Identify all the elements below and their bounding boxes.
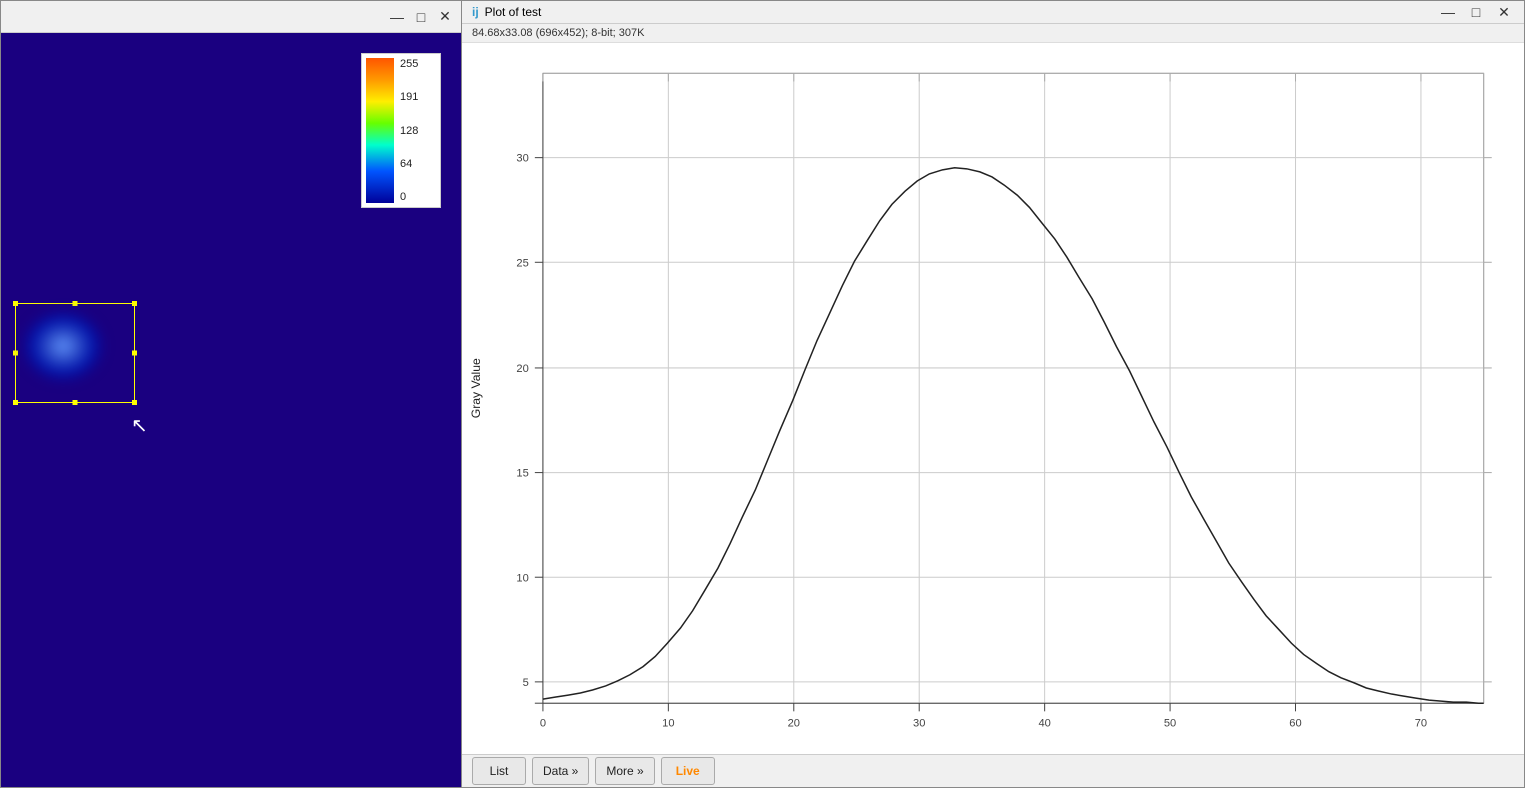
more-button[interactable]: More » — [595, 757, 654, 785]
plot-title: Plot of test — [485, 5, 1434, 19]
handle-midleft[interactable] — [13, 351, 18, 356]
legend-val-64: 64 — [400, 158, 418, 170]
plot-info-bar: 84.68x33.08 (696x452); 8-bit; 307K — [462, 24, 1524, 43]
handle-topleft[interactable] — [13, 301, 18, 306]
plot-area: 0 10 20 30 40 50 60 70 5 10 15 20 25 30 … — [462, 43, 1524, 754]
color-legend: 255 191 128 64 0 — [361, 53, 441, 208]
handle-bottomcenter[interactable] — [73, 400, 78, 405]
live-button[interactable]: Live — [661, 757, 715, 785]
close-button[interactable]: ✕ — [435, 7, 455, 27]
image-canvas[interactable]: 255 191 128 64 0 ↖ — [1, 33, 461, 787]
plot-minimize-button[interactable]: — — [1438, 2, 1458, 22]
plot-toolbar: List Data » More » Live — [462, 754, 1524, 787]
y-tick-5: 5 — [523, 677, 529, 689]
x-tick-60: 60 — [1289, 718, 1301, 730]
x-tick-70: 70 — [1415, 718, 1427, 730]
minimize-button[interactable]: — — [387, 7, 407, 27]
x-tick-50: 50 — [1164, 718, 1176, 730]
cursor-arrow: ↖ — [131, 413, 148, 438]
plot-maximize-button[interactable]: □ — [1466, 2, 1486, 22]
plot-titlebar-buttons: — □ ✕ — [1434, 2, 1514, 22]
plot-window: ij Plot of test — □ ✕ 84.68x33.08 (696x4… — [462, 0, 1525, 788]
x-tick-10: 10 — [662, 718, 674, 730]
y-tick-25: 25 — [516, 257, 528, 269]
legend-val-255: 255 — [400, 58, 418, 70]
y-tick-20: 20 — [516, 363, 528, 375]
x-tick-0: 0 — [540, 718, 546, 730]
gaussian-blob — [23, 311, 103, 381]
plot-titlebar: ij Plot of test — □ ✕ — [462, 1, 1524, 24]
handle-topcenter[interactable] — [73, 301, 78, 306]
legend-val-191: 191 — [400, 91, 418, 103]
handle-midright[interactable] — [132, 351, 137, 356]
data-button[interactable]: Data » — [532, 757, 589, 785]
handle-bottomleft[interactable] — [13, 400, 18, 405]
plot-title-icon: ij — [472, 5, 479, 19]
x-tick-30: 30 — [913, 718, 925, 730]
y-axis-label: Gray Value — [469, 358, 483, 418]
y-tick-30: 30 — [516, 153, 528, 165]
handle-bottomright[interactable] — [132, 400, 137, 405]
legend-val-0: 0 — [400, 191, 418, 203]
x-tick-20: 20 — [788, 718, 800, 730]
image-window: — □ ✕ 255 191 128 64 0 — [0, 0, 462, 788]
maximize-button[interactable]: □ — [411, 7, 431, 27]
legend-val-128: 128 — [400, 125, 418, 137]
image-titlebar: — □ ✕ — [1, 1, 461, 33]
plot-chart: 0 10 20 30 40 50 60 70 5 10 15 20 25 30 … — [462, 53, 1514, 744]
plot-info-text: 84.68x33.08 (696x452); 8-bit; 307K — [472, 27, 644, 39]
handle-topright[interactable] — [132, 301, 137, 306]
x-tick-40: 40 — [1038, 718, 1050, 730]
y-tick-10: 10 — [516, 572, 528, 584]
list-button[interactable]: List — [472, 757, 526, 785]
plot-close-button[interactable]: ✕ — [1494, 2, 1514, 22]
y-tick-15: 15 — [516, 468, 528, 480]
